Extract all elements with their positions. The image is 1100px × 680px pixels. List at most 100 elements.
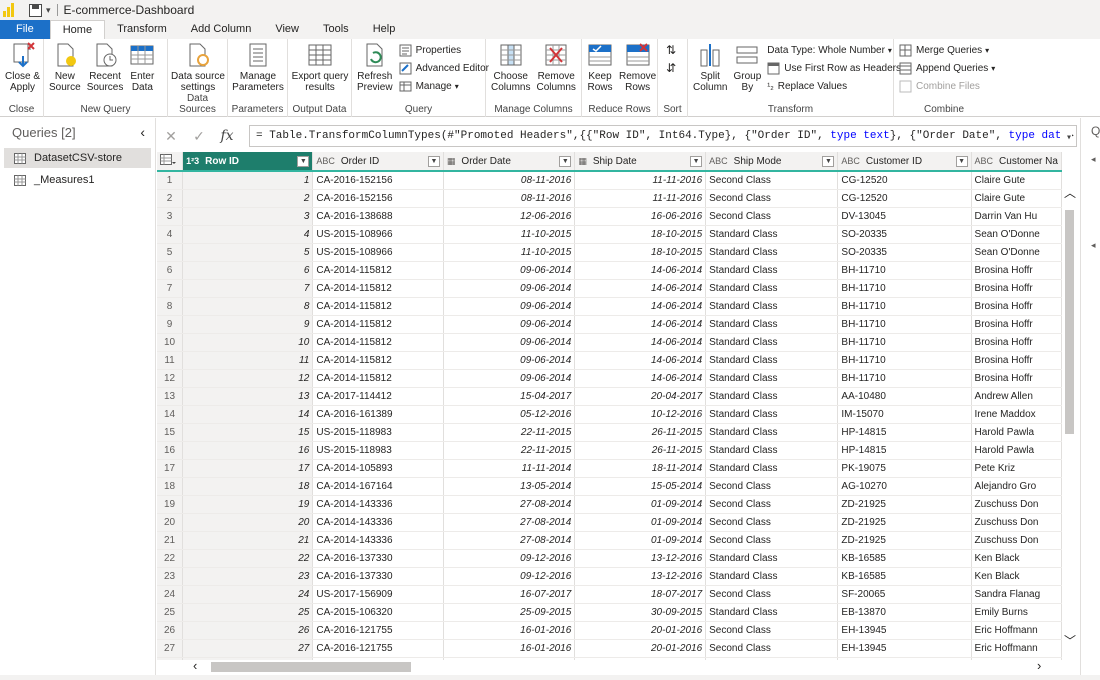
row-id-cell[interactable]: 6 [182, 261, 314, 280]
column-filter-dropdown-icon[interactable]: ▼ [427, 155, 440, 167]
ship-date-cell[interactable]: 13-12-2016 [574, 549, 707, 568]
order-date-cell[interactable]: 09-06-2014 [443, 261, 576, 280]
vertical-scroll-thumb[interactable] [1065, 210, 1074, 434]
tab-add-column[interactable]: Add Column [179, 20, 264, 39]
row-id-cell[interactable]: 3 [182, 207, 314, 226]
order-date-cell[interactable]: 11-10-2015 [443, 225, 576, 244]
table-row[interactable]: 26 26 CA-2016-121755 16-01-2016 20-01-2016 Se… [157, 621, 1062, 640]
order-id-cell[interactable]: CA-2016-161389 [312, 405, 444, 424]
ship-mode-cell[interactable]: Standard Class [705, 459, 839, 478]
order-id-cell[interactable]: CA-2016-138688 [312, 207, 444, 226]
tab-help[interactable]: Help [361, 20, 408, 39]
customer-name-cell[interactable]: Darrin Van Hu [971, 207, 1062, 226]
customer-name-cell[interactable]: Eric Hoffmann [971, 621, 1062, 640]
order-id-cell[interactable]: US-2017-156909 [312, 585, 444, 604]
order-id-cell[interactable]: US-2015-118983 [312, 441, 444, 460]
ship-date-cell[interactable]: 16-06-2016 [574, 207, 707, 226]
order-date-cell[interactable]: 11-11-2014 [443, 459, 576, 478]
customer-id-cell[interactable]: BH-11710 [837, 369, 972, 388]
scroll-up-icon[interactable]: ︿ [1064, 184, 1076, 201]
customer-name-cell[interactable]: Brosina Hoffr [971, 297, 1062, 316]
ship-date-cell[interactable]: 01-09-2014 [574, 513, 707, 532]
table-row[interactable]: 27 27 CA-2016-121755 16-01-2016 20-01-2016 Se… [157, 639, 1062, 658]
row-id-cell[interactable]: 11 [182, 351, 314, 370]
order-date-cell[interactable]: 16-01-2016 [443, 621, 576, 640]
ship-date-cell[interactable]: 18-10-2015 [574, 225, 707, 244]
column-header-customer-name[interactable]: ABC Customer Na [971, 152, 1062, 172]
formula-input[interactable]: = Table.TransformColumnTypes(#"Promoted … [249, 125, 1077, 147]
table-row[interactable]: 24 24 US-2017-156909 16-07-2017 18-07-2017 Se… [157, 585, 1062, 604]
ship-date-cell[interactable]: 30-09-2015 [574, 603, 707, 622]
ship-date-cell[interactable]: 14-06-2014 [574, 315, 707, 334]
row-number[interactable]: 28 [157, 657, 184, 660]
order-date-cell[interactable]: 09-06-2014 [443, 279, 576, 298]
table-row[interactable]: 25 25 CA-2015-106320 25-09-2015 30-09-2015 St… [157, 603, 1062, 622]
ship-mode-cell[interactable]: Standard Class [705, 351, 839, 370]
customer-id-cell[interactable]: BH-11710 [837, 315, 972, 334]
customer-id-cell[interactable]: SO-20335 [837, 225, 972, 244]
tab-transform[interactable]: Transform [105, 20, 179, 39]
row-id-cell[interactable]: 8 [182, 297, 314, 316]
customer-name-cell[interactable]: Zuschuss Don [971, 513, 1062, 532]
row-number[interactable]: 10 [157, 333, 184, 352]
ship-mode-cell[interactable]: Standard Class [705, 297, 839, 316]
fx-icon[interactable]: fx [213, 128, 241, 144]
column-header-order-date[interactable]: ▦ Order Date ▼ [443, 152, 576, 172]
table-row[interactable]: 13 13 CA-2017-114412 15-04-2017 20-04-2017 St… [157, 387, 1062, 406]
customer-id-cell[interactable]: HP-14815 [837, 423, 972, 442]
row-number[interactable]: 5 [157, 243, 184, 262]
customer-id-cell[interactable]: CG-12520 [837, 189, 972, 208]
date-type-icon[interactable]: ▦ [447, 156, 456, 167]
tab-file[interactable]: File [0, 20, 50, 39]
order-date-cell[interactable]: 27-08-2014 [443, 531, 576, 550]
table-row[interactable]: 3 3 CA-2016-138688 12-06-2016 16-06-2016 Seco… [157, 207, 1062, 226]
customer-id-cell[interactable]: HP-14815 [837, 441, 972, 460]
row-number[interactable]: 21 [157, 531, 184, 550]
row-number[interactable]: 2 [157, 189, 184, 208]
table-row[interactable]: 19 19 CA-2014-143336 27-08-2014 01-09-2014 Se… [157, 495, 1062, 514]
order-date-cell[interactable]: 16-07-2017 [443, 585, 576, 604]
table-row[interactable]: 20 20 CA-2014-143336 27-08-2014 01-09-2014 Se… [157, 513, 1062, 532]
customer-id-cell[interactable]: CG-12520 [837, 171, 972, 190]
customer-name-cell[interactable]: Claire Gute [971, 189, 1062, 208]
column-filter-dropdown-icon[interactable]: ▼ [955, 155, 968, 167]
table-row[interactable]: 8 8 CA-2014-115812 09-06-2014 14-06-2014 Stan… [157, 297, 1062, 316]
row-number[interactable]: 3 [157, 207, 184, 226]
order-date-cell[interactable]: 09-06-2014 [443, 369, 576, 388]
row-id-cell[interactable]: 2 [182, 189, 314, 208]
commit-formula-icon[interactable]: ✓ [185, 128, 213, 145]
row-number[interactable]: 13 [157, 387, 184, 406]
ship-date-cell[interactable]: 20-01-2016 [574, 639, 707, 658]
customer-id-cell[interactable]: BH-11710 [837, 261, 972, 280]
order-id-cell[interactable]: CA-2016-137330 [312, 549, 444, 568]
customer-id-cell[interactable]: ZD-21925 [837, 531, 972, 550]
customer-id-cell[interactable]: SO-20335 [837, 243, 972, 262]
scroll-down-icon[interactable]: ﹀ [1064, 632, 1076, 649]
row-number[interactable]: 14 [157, 405, 184, 424]
advanced-editor-button[interactable]: Advanced Editor [399, 60, 489, 76]
ship-date-cell[interactable]: 01-09-2014 [574, 531, 707, 550]
table-row[interactable]: 5 5 US-2015-108966 11-10-2015 18-10-2015 Stan… [157, 243, 1062, 262]
column-header-row-id[interactable]: 1²3 Row ID ▼ [182, 152, 314, 172]
customer-name-cell[interactable]: Harold Pawla [971, 441, 1062, 460]
order-date-cell[interactable]: 09-12-2016 [443, 567, 576, 586]
row-number[interactable]: 11 [157, 351, 184, 370]
text-type-icon[interactable]: ABC [975, 156, 994, 166]
order-id-cell[interactable]: CA-2014-167164 [312, 477, 444, 496]
ship-date-cell[interactable]: 18-07-2017 [574, 585, 707, 604]
order-id-cell[interactable]: CA-2016-152156 [312, 189, 444, 208]
table-row[interactable]: 7 7 CA-2014-115812 09-06-2014 14-06-2014 Stan… [157, 279, 1062, 298]
row-id-cell[interactable]: 5 [182, 243, 314, 262]
scroll-left-icon[interactable]: ‹ [193, 658, 197, 673]
ship-date-cell[interactable]: 20-04-2017 [574, 387, 707, 406]
customer-name-cell[interactable]: Sean O'Donne [971, 225, 1062, 244]
customer-id-cell[interactable]: AA-10480 [837, 387, 972, 406]
whole-number-type-icon[interactable]: 1²3 [186, 156, 199, 166]
row-id-cell[interactable]: 18 [182, 477, 314, 496]
ship-date-cell[interactable]: 11-11-2016 [574, 171, 707, 190]
table-row[interactable]: 1 1 CA-2016-152156 08-11-2016 11-11-2016 Seco… [157, 171, 1062, 190]
sort-descending-icon[interactable]: ⇵ [666, 61, 676, 75]
ship-date-cell[interactable]: 20-01-2016 [574, 621, 707, 640]
ship-mode-cell[interactable]: Second Class [705, 495, 839, 514]
row-number[interactable]: 23 [157, 567, 184, 586]
